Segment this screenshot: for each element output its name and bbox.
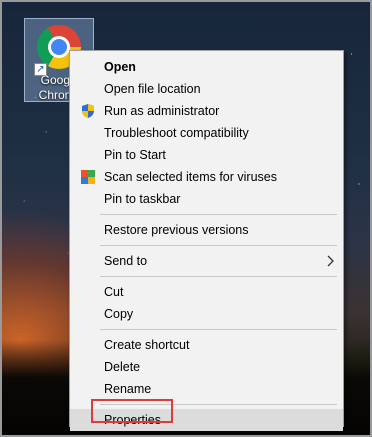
menu-item-pin-to-taskbar[interactable]: Pin to taskbar <box>70 188 343 210</box>
context-menu: Open Open file location Run as administr… <box>69 50 344 431</box>
antivirus-icon <box>80 169 96 185</box>
menu-item-copy[interactable]: Copy <box>70 303 343 325</box>
menu-separator <box>100 276 337 277</box>
menu-item-label: Cut <box>104 285 124 299</box>
menu-item-label: Scan selected items for viruses <box>104 170 277 184</box>
menu-item-pin-to-start[interactable]: Pin to Start <box>70 144 343 166</box>
menu-separator <box>100 214 337 215</box>
menu-item-scan-for-viruses[interactable]: Scan selected items for viruses <box>70 166 343 188</box>
menu-item-troubleshoot-compatibility[interactable]: Troubleshoot compatibility <box>70 122 343 144</box>
menu-item-label: Properties <box>104 413 161 427</box>
menu-separator <box>100 329 337 330</box>
menu-item-send-to[interactable]: Send to <box>70 250 343 272</box>
menu-item-label: Send to <box>104 254 148 268</box>
menu-item-label: Open <box>104 60 136 74</box>
menu-item-rename[interactable]: Rename <box>70 378 343 400</box>
screenshot-frame: ↗ Google Chrome Open Open file location … <box>0 0 372 437</box>
chevron-right-icon <box>325 250 335 272</box>
menu-item-label: Run as administrator <box>104 104 220 118</box>
menu-separator <box>100 404 337 405</box>
menu-item-cut[interactable]: Cut <box>70 281 343 303</box>
menu-item-properties[interactable]: Properties <box>70 409 343 431</box>
menu-item-create-shortcut[interactable]: Create shortcut <box>70 334 343 356</box>
menu-item-label: Restore previous versions <box>104 223 249 237</box>
menu-item-label: Troubleshoot compatibility <box>104 126 249 140</box>
menu-item-label: Open file location <box>104 82 201 96</box>
menu-separator <box>100 245 337 246</box>
uac-shield-icon <box>80 103 96 119</box>
menu-item-label: Delete <box>104 360 141 374</box>
menu-item-label: Rename <box>104 382 152 396</box>
menu-item-open-file-location[interactable]: Open file location <box>70 78 343 100</box>
menu-item-open[interactable]: Open <box>70 56 343 78</box>
menu-item-delete[interactable]: Delete <box>70 356 343 378</box>
menu-item-label: Create shortcut <box>104 338 190 352</box>
menu-item-label: Pin to taskbar <box>104 192 181 206</box>
menu-item-label: Copy <box>104 307 134 321</box>
menu-item-restore-previous-versions[interactable]: Restore previous versions <box>70 219 343 241</box>
menu-item-label: Pin to Start <box>104 148 166 162</box>
menu-item-run-as-administrator[interactable]: Run as administrator <box>70 100 343 122</box>
